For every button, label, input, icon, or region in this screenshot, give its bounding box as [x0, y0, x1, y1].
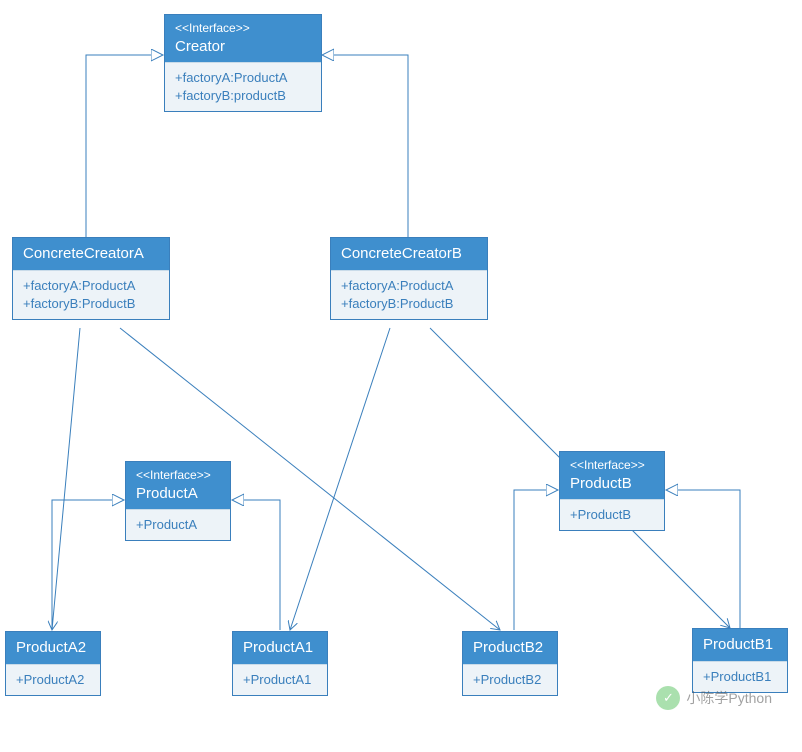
uml-header: ConcreteCreatorB: [331, 238, 487, 270]
uml-header: ProductB2: [463, 632, 557, 664]
uml-header: ProductB1: [693, 629, 787, 661]
member: +factoryA:ProductA: [175, 69, 311, 87]
uml-header: ProductA2: [6, 632, 100, 664]
uml-members: +factoryA:ProductA +factoryB:productB: [165, 62, 321, 111]
wechat-icon: ✓: [656, 686, 680, 710]
uml-concrete-creator-a: ConcreteCreatorA +factoryA:ProductA +fac…: [12, 237, 170, 320]
uml-members: +factoryA:ProductA +factoryB:ProductB: [331, 270, 487, 319]
uml-members: +ProductA2: [6, 664, 100, 695]
uml-header: <<Interface>> Creator: [165, 15, 321, 62]
member: +ProductB: [570, 506, 654, 524]
uml-members: +ProductA: [126, 509, 230, 540]
uml-concrete-creator-b: ConcreteCreatorB +factoryA:ProductA +fac…: [330, 237, 488, 320]
class-title: ProductA2: [16, 638, 90, 658]
uml-product-b-interface: <<Interface>> ProductB +ProductB: [559, 451, 665, 531]
class-title: ProductA: [136, 484, 220, 504]
member: +ProductA: [136, 516, 220, 534]
stereotype-label: <<Interface>>: [136, 468, 220, 484]
uml-product-a1: ProductA1 +ProductA1: [232, 631, 328, 696]
uml-product-a2: ProductA2 +ProductA2: [5, 631, 101, 696]
class-title: ProductB: [570, 474, 654, 494]
uml-members: +ProductB2: [463, 664, 557, 695]
stereotype-label: <<Interface>>: [175, 21, 311, 37]
member: +factoryA:ProductA: [23, 277, 159, 295]
class-title: ConcreteCreatorB: [341, 244, 477, 264]
class-title: Creator: [175, 37, 311, 57]
uml-header: ProductA1: [233, 632, 327, 664]
uml-members: +factoryA:ProductA +factoryB:ProductB: [13, 270, 169, 319]
class-title: ProductB2: [473, 638, 547, 658]
member: +factoryB:productB: [175, 87, 311, 105]
uml-creator-interface: <<Interface>> Creator +factoryA:ProductA…: [164, 14, 322, 112]
member: +ProductA1: [243, 671, 317, 689]
class-title: ProductA1: [243, 638, 317, 658]
class-title: ProductB1: [703, 635, 777, 655]
uml-product-b2: ProductB2 +ProductB2: [462, 631, 558, 696]
uml-members: +ProductB: [560, 499, 664, 530]
uml-header: ConcreteCreatorA: [13, 238, 169, 270]
uml-header: <<Interface>> ProductA: [126, 462, 230, 509]
watermark-text: 小陈学Python: [686, 688, 772, 708]
watermark: ✓ 小陈学Python: [656, 686, 772, 710]
member: +ProductB1: [703, 668, 777, 686]
class-title: ConcreteCreatorA: [23, 244, 159, 264]
member: +ProductA2: [16, 671, 90, 689]
member: +ProductB2: [473, 671, 547, 689]
member: +factoryB:ProductB: [23, 295, 159, 313]
uml-members: +ProductA1: [233, 664, 327, 695]
member: +factoryB:ProductB: [341, 295, 477, 313]
stereotype-label: <<Interface>>: [570, 458, 654, 474]
uml-product-b1: ProductB1 +ProductB1: [692, 628, 788, 693]
uml-header: <<Interface>> ProductB: [560, 452, 664, 499]
uml-product-a-interface: <<Interface>> ProductA +ProductA: [125, 461, 231, 541]
member: +factoryA:ProductA: [341, 277, 477, 295]
